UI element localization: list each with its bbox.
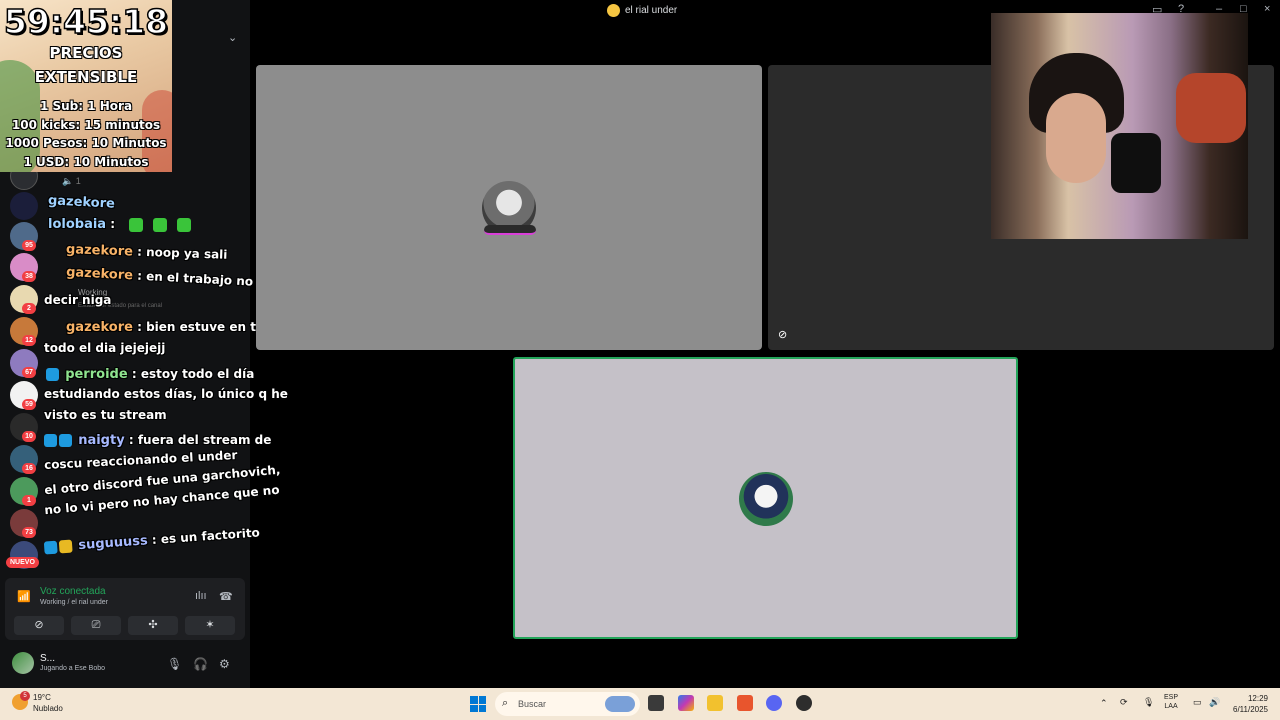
microphone-tray-icon[interactable]: 🎙 bbox=[1143, 697, 1154, 708]
voice-status[interactable]: Voz conectada bbox=[40, 586, 106, 597]
network-icon[interactable]: ▭ bbox=[1193, 697, 1202, 708]
chat-message-cont: todo el dia jejejejj bbox=[44, 341, 166, 355]
server-rail: 95 38 2 12 67 59 10 16 1 73 bbox=[0, 160, 46, 580]
mention-badge: 38 bbox=[22, 271, 36, 282]
price-subtitle: EXTENSIBLE bbox=[34, 68, 138, 86]
soundboard-icon[interactable]: ılıı bbox=[195, 590, 207, 602]
mention-badge: 10 bbox=[22, 431, 36, 442]
chat-username: lolobaia bbox=[48, 217, 107, 232]
price-line: 100 kicks: 15 minutos bbox=[11, 118, 161, 132]
weather-desc[interactable]: Nublado bbox=[33, 704, 63, 713]
video-tile-speaking[interactable] bbox=[513, 357, 1018, 639]
mention-badge: 67 bbox=[22, 367, 36, 378]
mention-badge: 12 bbox=[22, 335, 36, 346]
chevron-down-icon[interactable]: ⌄ bbox=[228, 31, 237, 44]
window-title: el rial under bbox=[607, 4, 677, 17]
microphone-icon bbox=[1111, 133, 1161, 193]
soundboard-button[interactable]: ✶ bbox=[185, 616, 235, 635]
new-badge[interactable]: NUEVO bbox=[6, 557, 39, 568]
close-icon[interactable]: × bbox=[1264, 3, 1270, 15]
mention-badge: 59 bbox=[22, 399, 36, 410]
avatar-decoration-icon bbox=[484, 225, 536, 235]
activities-button[interactable]: ✣ bbox=[128, 616, 178, 635]
price-title: PRECIOS bbox=[49, 44, 123, 62]
mention-badge: 2 bbox=[22, 303, 36, 314]
chat-message: perroide : estoy todo el día bbox=[46, 367, 254, 382]
microphone-icon[interactable]: 🎙 bbox=[167, 657, 182, 671]
camera-toggle-button[interactable]: ⊘ bbox=[14, 616, 64, 635]
chat-message-cont: visto es tu stream bbox=[44, 408, 167, 422]
crown-icon bbox=[58, 539, 73, 554]
window-title-text: el rial under bbox=[625, 5, 678, 16]
badge-icon bbox=[44, 434, 57, 447]
chat-username: naigty bbox=[78, 433, 125, 448]
server-emoji-icon bbox=[607, 4, 620, 17]
voice-panel: 📶 Voz conectada Working / el rial under … bbox=[5, 578, 245, 640]
search-box[interactable]: ⌕ Buscar bbox=[495, 692, 640, 716]
webcam-background-object bbox=[1176, 73, 1246, 143]
copilot-icon[interactable] bbox=[678, 695, 694, 711]
volume-icon[interactable]: 🔊 bbox=[1209, 697, 1220, 708]
badge-icon bbox=[46, 368, 59, 381]
chat-username: perroide bbox=[65, 367, 128, 382]
clock[interactable]: 12:29 6/11/2025 bbox=[1226, 693, 1268, 715]
user-panel: S... Jugando a Ese Bobo 🎙 🎧 ⚙ bbox=[5, 648, 245, 680]
chat-message: lolobaia : bbox=[48, 217, 192, 232]
mention-badge: 1 bbox=[22, 495, 36, 506]
weather-temp[interactable]: 19°C bbox=[33, 693, 51, 702]
search-highlight-icon bbox=[605, 696, 635, 712]
camera-off-icon: ⊘ bbox=[778, 329, 788, 341]
chat-username: gazekore bbox=[66, 320, 133, 335]
start-button[interactable] bbox=[470, 696, 486, 712]
search-placeholder: Buscar bbox=[518, 699, 547, 709]
timer-text: 59:45:18 bbox=[3, 1, 169, 42]
headphones-icon[interactable]: 🎧 bbox=[193, 657, 208, 671]
screen-share-button[interactable]: ⎚ bbox=[71, 616, 121, 635]
windows-taskbar: 5 19°C Nublado ⌕ Buscar ⌃ ⟳ 🎙 ESP LAA ▭ … bbox=[0, 688, 1280, 720]
obs-icon[interactable] bbox=[796, 695, 812, 711]
voice-channel[interactable]: Working / el rial under bbox=[40, 599, 108, 606]
price-line: 1 USD: 10 Minutos bbox=[23, 155, 149, 169]
video-tile[interactable] bbox=[256, 65, 762, 350]
search-icon: ⌕ bbox=[502, 697, 509, 709]
speaker-icon: 🔈 1 bbox=[62, 176, 81, 186]
chat-message: naigty : fuera del stream de bbox=[44, 433, 271, 448]
mention-badge: 73 bbox=[22, 527, 36, 538]
signal-icon: 📶 bbox=[17, 591, 31, 603]
language-indicator[interactable]: ESP LAA bbox=[1164, 693, 1178, 711]
badge-icon bbox=[43, 540, 58, 555]
task-view-icon[interactable] bbox=[648, 695, 664, 711]
subathon-timer-card: 59:45:18 PRECIOS EXTENSIBLE 1 Sub: 1 Hor… bbox=[0, 0, 172, 172]
webcam-person-face bbox=[1046, 93, 1106, 183]
price-line: 1000 Pesos: 10 Minutos bbox=[5, 136, 167, 150]
mention-badge: 16 bbox=[22, 463, 36, 474]
discord-icon[interactable] bbox=[766, 695, 782, 711]
file-explorer-icon[interactable] bbox=[707, 695, 723, 711]
emote-icon bbox=[177, 217, 192, 232]
chat-message-cont: estudiando estos días, lo único q he bbox=[44, 387, 288, 401]
emote-icon bbox=[129, 217, 144, 232]
emote-icon bbox=[153, 217, 168, 232]
chevron-up-icon[interactable]: ⌃ bbox=[1100, 698, 1108, 709]
disconnect-icon[interactable]: ☎ bbox=[219, 590, 233, 603]
brave-browser-icon[interactable] bbox=[737, 695, 753, 711]
user-activity: Jugando a Ese Bobo bbox=[40, 665, 105, 672]
avatar[interactable] bbox=[12, 652, 34, 674]
weather-badge: 5 bbox=[20, 691, 30, 701]
price-line: 1 Sub: 1 Hora bbox=[39, 99, 133, 113]
chat-message-cont: decir niga bbox=[44, 293, 112, 307]
participant-avatar bbox=[739, 472, 793, 526]
chat-username: gazekore bbox=[65, 242, 134, 260]
user-name[interactable]: S... bbox=[40, 653, 55, 664]
badge-icon bbox=[59, 434, 72, 447]
server-icon[interactable] bbox=[10, 192, 38, 220]
mention-badge: 95 bbox=[22, 240, 36, 251]
sync-icon[interactable]: ⟳ bbox=[1120, 697, 1128, 708]
webcam-feed bbox=[991, 13, 1248, 239]
gear-icon[interactable]: ⚙ bbox=[219, 657, 230, 671]
